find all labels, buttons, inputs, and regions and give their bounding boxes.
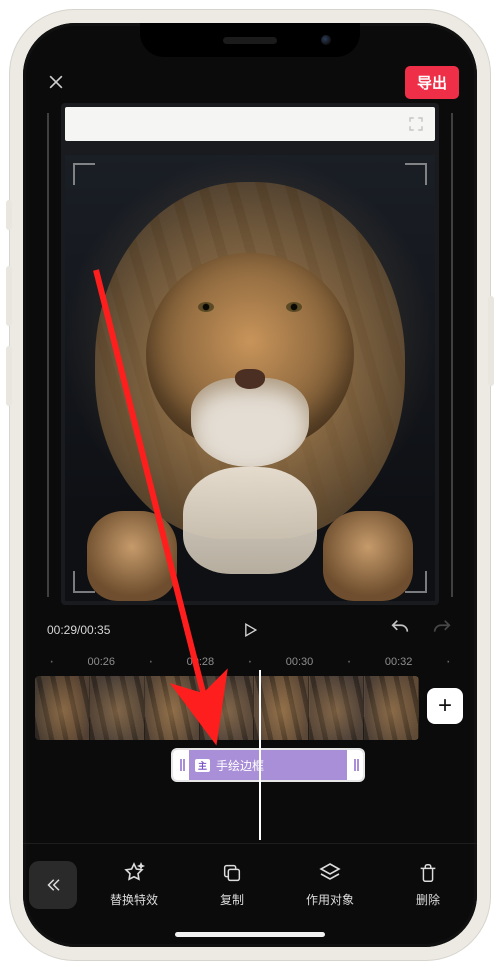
playhead[interactable] — [259, 670, 261, 840]
tool-label: 作用对象 — [306, 891, 354, 908]
clip-thumbnail — [90, 676, 145, 740]
ruler-dot: · — [49, 659, 54, 665]
layers-icon — [318, 861, 342, 885]
export-button[interactable]: 导出 — [405, 66, 459, 99]
phone-frame: 导出 — [10, 10, 490, 960]
video-preview[interactable] — [61, 103, 439, 605]
video-track[interactable] — [35, 676, 419, 740]
ruler-dot: · — [148, 659, 153, 665]
preview-image — [65, 155, 435, 601]
ruler-tick: 00:26 — [87, 656, 115, 668]
tool-copy[interactable]: 复制 — [220, 861, 244, 908]
effect-name: 手绘边框 — [216, 757, 264, 774]
ruler-dot: · — [446, 659, 451, 665]
timeline-ruler[interactable]: · 00:26 · 00:28 · 00:30 · 00:32 · — [23, 648, 477, 672]
side-button — [6, 346, 12, 406]
back-button[interactable] — [29, 861, 77, 909]
clip-thumbnail — [35, 676, 90, 740]
clip-handle-right[interactable] — [347, 750, 363, 780]
ruler-tick: 00:32 — [385, 656, 413, 668]
ruler-tick: 00:28 — [187, 656, 215, 668]
play-button[interactable] — [239, 619, 261, 641]
side-button — [6, 200, 12, 230]
left-gauge — [47, 113, 49, 597]
tool-target[interactable]: 作用对象 — [306, 861, 354, 908]
total-time: 00:35 — [80, 623, 110, 637]
clip-thumbnail — [200, 676, 255, 740]
tool-delete[interactable]: 删除 — [416, 861, 440, 908]
clip-thumbnail — [145, 676, 200, 740]
side-button — [6, 266, 12, 326]
add-clip-button[interactable]: + — [427, 688, 463, 724]
effect-track[interactable]: 主 手绘边框 — [23, 746, 477, 786]
copy-icon — [220, 861, 244, 885]
time-display: 00:29/00:35 — [47, 623, 110, 637]
ruler-tick: 00:30 — [286, 656, 314, 668]
side-button — [488, 296, 494, 386]
effect-clip-selected[interactable]: 主 手绘边框 — [173, 750, 363, 780]
home-indicator[interactable] — [175, 932, 325, 937]
tool-label: 删除 — [416, 891, 440, 908]
tool-label: 替换特效 — [110, 891, 158, 908]
clip-thumbnail — [254, 676, 309, 740]
expand-icon[interactable] — [407, 115, 425, 133]
timeline[interactable]: + 主 手绘边框 — [23, 672, 477, 786]
device-notch — [140, 23, 360, 57]
tool-replace-effect[interactable]: 替换特效 — [110, 861, 158, 908]
star-sparkle-icon — [122, 861, 146, 885]
tool-label: 复制 — [220, 891, 244, 908]
trash-icon — [416, 861, 440, 885]
clip-thumbnail — [309, 676, 364, 740]
effect-badge-icon: 主 — [195, 759, 210, 772]
current-time: 00:29 — [47, 623, 77, 637]
clip-handle-left[interactable] — [173, 750, 189, 780]
clip-thumbnail — [364, 676, 419, 740]
preview-placeholder-bar — [65, 107, 435, 141]
ruler-dot: · — [247, 659, 252, 665]
redo-button[interactable] — [431, 617, 453, 642]
undo-button[interactable] — [389, 617, 411, 642]
close-button[interactable] — [45, 71, 67, 93]
ruler-dot: · — [346, 659, 351, 665]
right-gauge — [451, 113, 453, 597]
